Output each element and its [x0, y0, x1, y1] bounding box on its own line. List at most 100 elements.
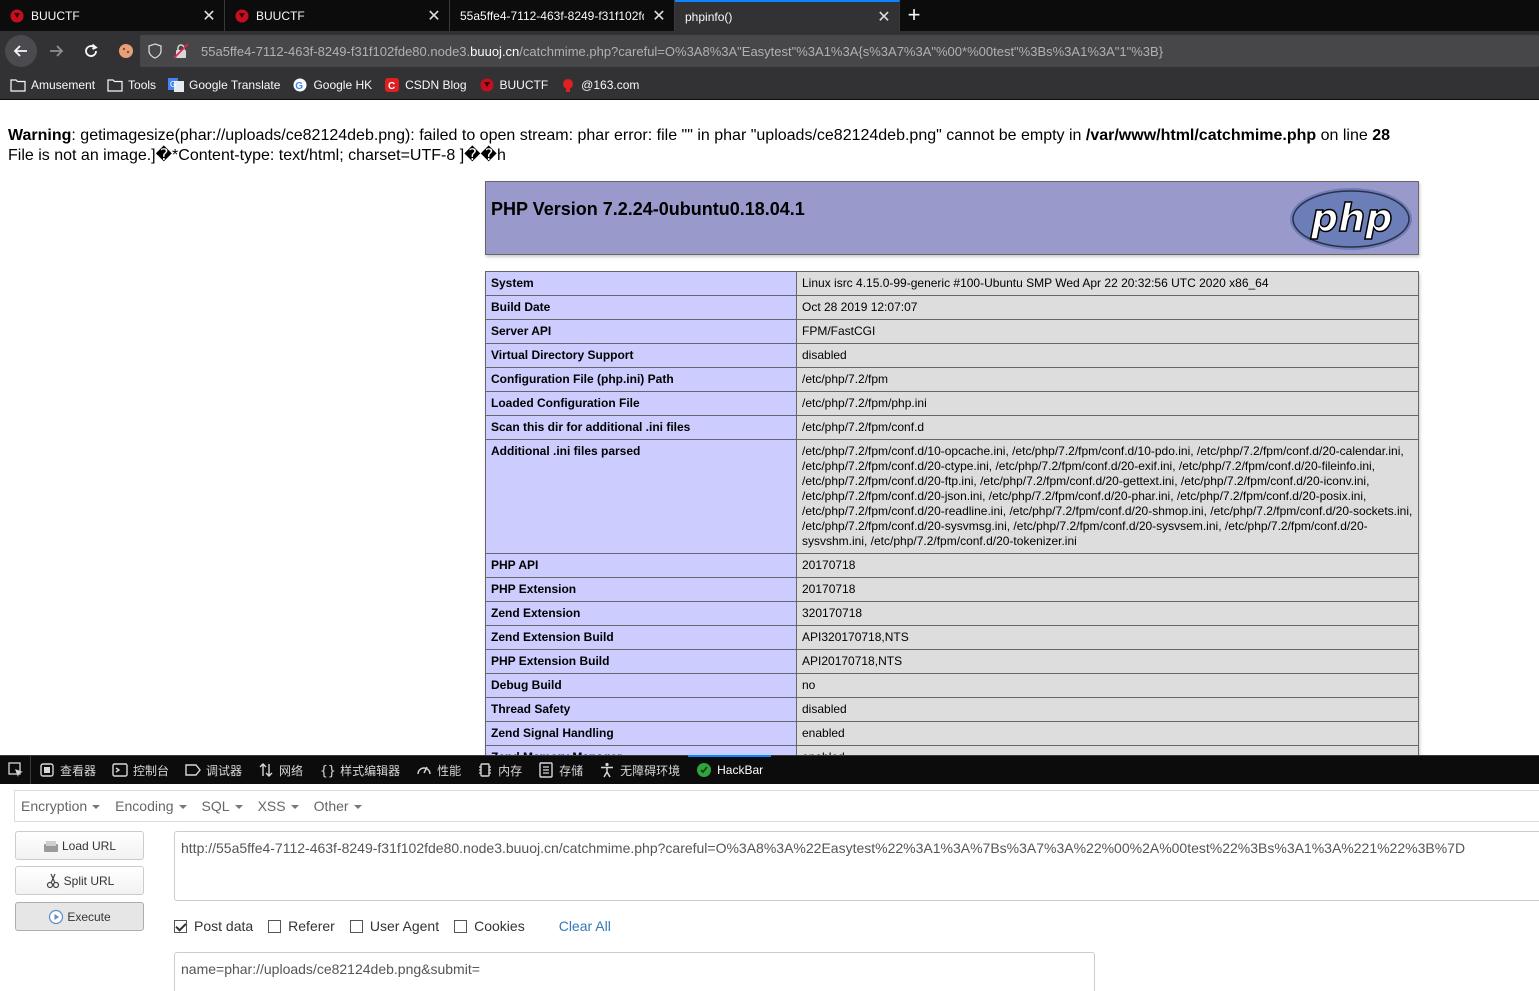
- new-tab-icon[interactable]: +: [900, 0, 928, 31]
- phpinfo-key: System: [485, 271, 797, 296]
- element-picker-button[interactable]: [0, 756, 31, 784]
- url-text: 55a5ffe4-7112-463f-8249-f31f102fde80.nod…: [201, 43, 1164, 59]
- bookmark-label: @163.com: [581, 78, 640, 92]
- bookmark-google-hk[interactable]: G Google HK: [292, 78, 372, 92]
- phpinfo-row: PHP Extension 20170718: [485, 577, 1419, 602]
- bookmark-tools[interactable]: Tools: [107, 78, 156, 92]
- close-icon[interactable]: ✕: [644, 6, 674, 26]
- user-agent-checkbox[interactable]: User Agent: [349, 918, 440, 934]
- phpinfo-value: Linux isrc 4.15.0-99-generic #100-Ubuntu…: [796, 271, 1419, 296]
- insecure-lock-icon: [173, 43, 189, 59]
- phpinfo-key: Zend Extension: [485, 601, 797, 626]
- phpinfo-value: disabled: [796, 697, 1419, 722]
- close-icon[interactable]: ✕: [194, 6, 224, 26]
- url-textarea[interactable]: http://55a5ffe4-7112-463f-8249-f31f102fd…: [174, 831, 1539, 901]
- phpinfo-value: 320170718: [796, 601, 1419, 626]
- menu-encoding[interactable]: Encoding: [109, 798, 192, 814]
- hackbar-panel: Encryption Encoding SQL XSS Other Load U…: [0, 784, 1539, 991]
- style-editor-icon: {}: [320, 764, 335, 778]
- post-data-checkbox[interactable]: Post data: [174, 918, 253, 934]
- checkbox-unchecked[interactable]: [268, 919, 282, 933]
- warning-path: /var/www/html/catchmime.php: [1085, 127, 1317, 144]
- phpinfo-value: API20170718,NTS: [796, 649, 1419, 674]
- phpinfo-row: Zend Signal Handling enabled: [485, 721, 1419, 746]
- clear-all-link[interactable]: Clear All: [559, 918, 611, 934]
- devtools-tab-debugger[interactable]: 调试器: [177, 756, 250, 784]
- php-logo[interactable]: php: [1289, 187, 1413, 251]
- devtools-tab-inspector[interactable]: 查看器: [31, 756, 104, 784]
- devtools-tab-label: 存储: [559, 763, 584, 778]
- devtools-tab-network[interactable]: 网络: [250, 756, 311, 784]
- browser-tab-4[interactable]: phpinfo() ✕: [675, 0, 900, 31]
- menu-sql[interactable]: SQL: [196, 798, 249, 814]
- phpinfo-row: Zend Memory Managerenabled: [485, 745, 1419, 755]
- devtools-tab-style-editor[interactable]: {} 样式编辑器: [311, 756, 408, 784]
- forward-button[interactable]: [40, 35, 72, 67]
- referer-checkbox[interactable]: Referer: [268, 918, 335, 934]
- devtools-tab-label: 调试器: [206, 763, 243, 778]
- browser-tab-3[interactable]: 55a5ffe4-7112-463f-8249-f31f102fde80 ✕: [450, 0, 675, 31]
- execute-button[interactable]: Execute: [15, 902, 144, 931]
- phpinfo-value: enabled: [796, 745, 1419, 755]
- devtools-tab-memory[interactable]: 内存: [469, 756, 530, 784]
- devtools-tab-hackbar[interactable]: HackBar: [688, 755, 772, 784]
- caret-down-icon: [92, 805, 101, 810]
- browser-tab-2[interactable]: BUUCTF ✕: [225, 0, 450, 31]
- menu-other[interactable]: Other: [308, 798, 368, 814]
- bookmark-buuctf[interactable]: BUUCTF: [479, 78, 548, 92]
- checkbox-checked[interactable]: [174, 919, 187, 933]
- reload-icon: [85, 43, 98, 57]
- phpinfo-row: Thread Safety disabled: [485, 697, 1419, 722]
- back-button[interactable]: [5, 35, 37, 67]
- address-bar[interactable]: 55a5ffe4-7112-463f-8249-f31f102fde80.nod…: [140, 35, 1539, 67]
- phpinfo-key: Configuration File (php.ini) Path: [485, 367, 797, 392]
- scissors-icon: [46, 873, 59, 888]
- bookmark-163-mail[interactable]: @163.com: [560, 78, 639, 92]
- phpinfo-value: /etc/php/7.2/fpm/php.ini: [796, 391, 1419, 416]
- memory-icon: [479, 763, 492, 777]
- warning-online: on line: [1316, 127, 1373, 144]
- menu-xss[interactable]: XSS: [252, 798, 305, 814]
- back-arrow-icon: [13, 45, 27, 57]
- checkbox-unchecked[interactable]: [349, 919, 363, 933]
- phpinfo-value: /etc/php/7.2/fpm/conf.d/10-opcache.ini, …: [796, 439, 1419, 554]
- close-icon[interactable]: ✕: [869, 7, 899, 27]
- svg-text:G: G: [296, 81, 304, 92]
- devtools-tab-storage[interactable]: 存储: [530, 756, 591, 784]
- devtools-tab-performance[interactable]: 性能: [408, 756, 469, 784]
- devtools-toolbar: 查看器 控制台 调试器 网络 {} 样式编辑器 性能 内存 存储 无障碍环境 H…: [0, 755, 1539, 784]
- caret-down-icon: [234, 805, 243, 810]
- post-data-textarea[interactable]: name=phar://uploads/ce82124deb.png&submi…: [174, 952, 1095, 991]
- browser-tab-strip: BUUCTF ✕ BUUCTF ✕ 55a5ffe4-7112-463f-824…: [0, 0, 1539, 31]
- phpinfo-value: API320170718,NTS: [796, 625, 1419, 650]
- phpinfo-key: Debug Build: [485, 673, 797, 698]
- phpinfo-row: Loaded Configuration File/etc/php/7.2/fp…: [485, 391, 1419, 416]
- devtools-tab-accessibility[interactable]: 无障碍环境: [591, 756, 688, 784]
- buuctf-icon: [480, 78, 493, 92]
- bookmark-label: CSDN Blog: [405, 78, 467, 92]
- bookmark-csdn-blog[interactable]: C CSDN Blog: [384, 78, 467, 92]
- devtools-tab-label: 无障碍环境: [620, 763, 681, 778]
- checkbox-unchecked[interactable]: [454, 919, 468, 933]
- close-icon[interactable]: ✕: [419, 6, 449, 26]
- cookie-extension-button[interactable]: [110, 35, 142, 67]
- warning-label: Warning: [8, 127, 72, 144]
- svg-text:G: G: [170, 80, 176, 89]
- cookies-checkbox[interactable]: Cookies: [454, 918, 525, 934]
- phpinfo-row: Virtual Directory Support disabled: [485, 343, 1419, 368]
- load-url-button[interactable]: Load URL: [15, 831, 144, 860]
- debugger-icon: [185, 764, 201, 776]
- cookie-icon: [119, 44, 133, 58]
- bookmark-google-translate[interactable]: G Google Translate: [168, 78, 280, 92]
- console-icon: [112, 763, 128, 777]
- phpinfo-row: System Linux isrc 4.15.0-99-generic #100-…: [485, 271, 1419, 296]
- phpinfo-key: Zend Memory Manager: [485, 745, 797, 755]
- split-url-button[interactable]: Split URL: [15, 866, 144, 895]
- devtools-tab-console[interactable]: 控制台: [104, 756, 177, 784]
- option-label: User Agent: [369, 918, 440, 934]
- reload-button[interactable]: [75, 35, 107, 67]
- load-url-icon: [43, 840, 58, 852]
- menu-encryption[interactable]: Encryption: [15, 798, 106, 814]
- browser-tab-1[interactable]: BUUCTF ✕: [0, 0, 225, 31]
- bookmark-amusement[interactable]: Amusement: [10, 78, 95, 92]
